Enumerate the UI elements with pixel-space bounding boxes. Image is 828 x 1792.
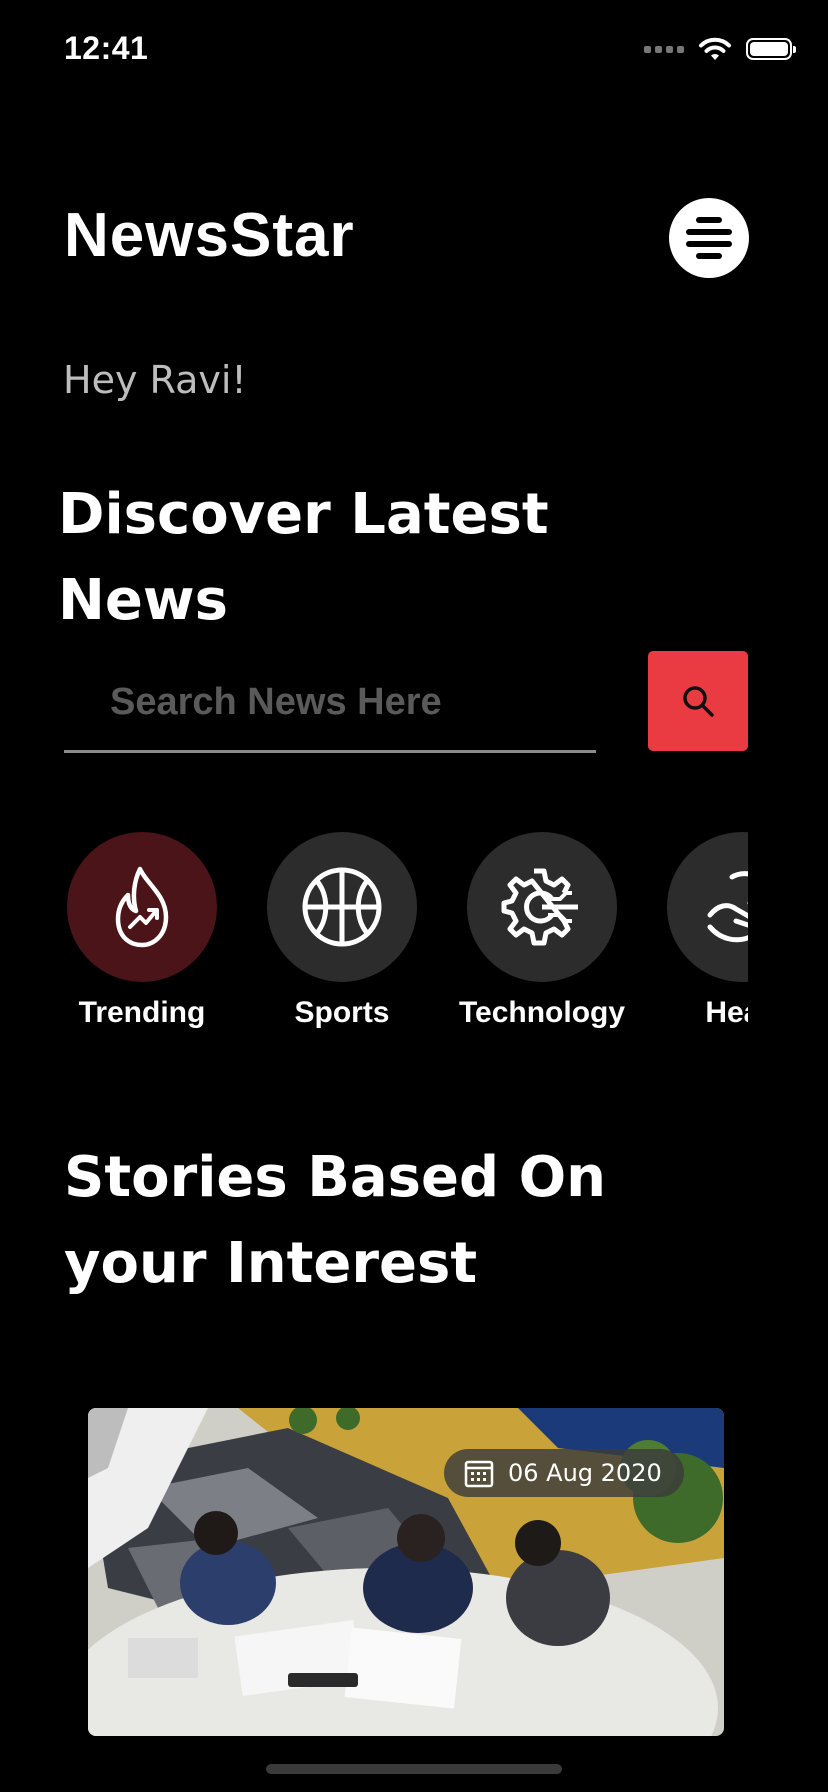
cellular-signal-icon	[644, 45, 684, 53]
battery-icon	[746, 38, 796, 60]
category-health[interactable]: Healt	[642, 832, 748, 1030]
calendar-icon	[464, 1460, 494, 1488]
trending-flame-icon	[115, 866, 169, 948]
category-label: Technology	[458, 996, 626, 1029]
story-card[interactable]: 06 Aug 2020	[88, 1408, 724, 1736]
health-hand-icon	[707, 871, 748, 943]
section-title: Stories Based On your Interest	[64, 1145, 607, 1296]
menu-button[interactable]	[669, 198, 749, 278]
status-time: 12:41	[64, 30, 149, 66]
home-indicator	[266, 1764, 562, 1774]
category-label: Healt	[705, 996, 748, 1029]
date-badge: 06 Aug 2020	[444, 1449, 684, 1497]
menu-lines-icon	[686, 217, 732, 259]
search-icon	[683, 686, 714, 717]
search-input[interactable]	[64, 660, 596, 744]
page-headline: Discover Latest News	[58, 482, 549, 633]
search-button[interactable]	[648, 651, 748, 751]
category-trending[interactable]: Trending	[64, 832, 242, 1030]
story-date: 06 Aug 2020	[508, 1459, 662, 1487]
wifi-icon	[699, 37, 731, 60]
search-field	[64, 660, 596, 753]
category-technology[interactable]: Technology	[442, 832, 642, 1030]
status-icons	[644, 36, 796, 62]
gear-circuit-icon	[501, 868, 578, 946]
category-label: Sports	[294, 996, 390, 1029]
category-label: Trending	[78, 996, 206, 1029]
category-sports[interactable]: Sports	[242, 832, 442, 1030]
basketball-icon	[302, 867, 382, 947]
greeting-text: Hey Ravi!	[63, 358, 247, 402]
category-carousel[interactable]: Trending Sports Technology He	[64, 832, 748, 1052]
app-title: NewsStar	[64, 201, 355, 270]
